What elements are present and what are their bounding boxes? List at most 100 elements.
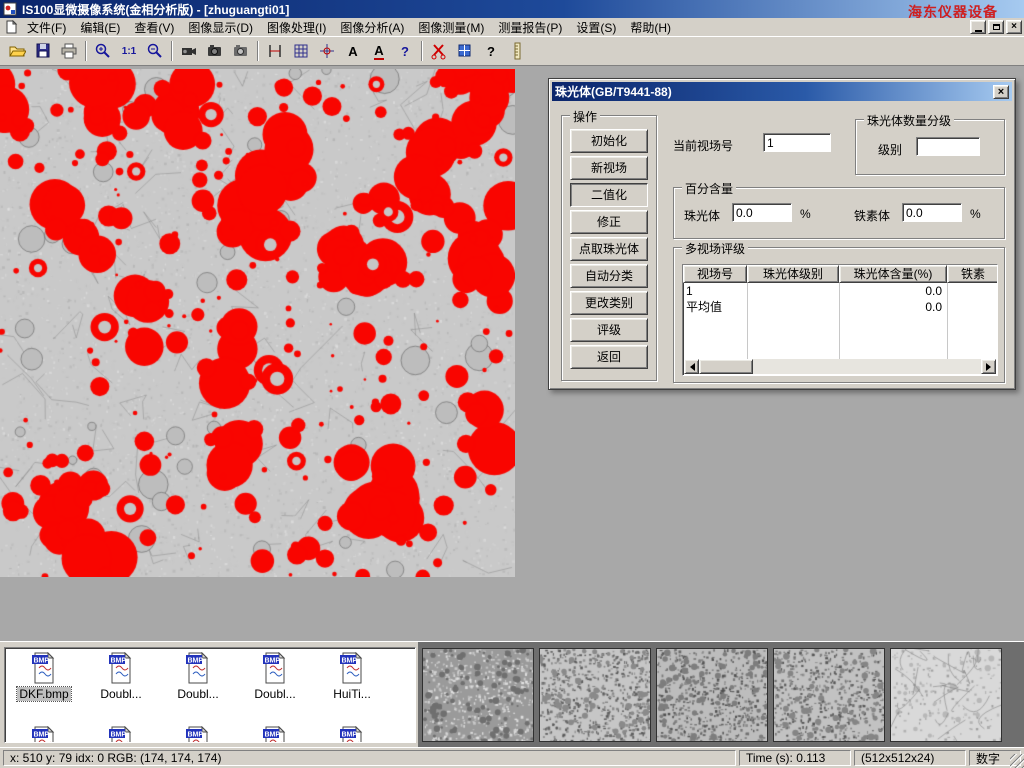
scroll-track[interactable]	[753, 359, 981, 374]
scroll-right-button[interactable]	[981, 359, 996, 374]
letter-a-label: A	[348, 44, 357, 59]
cut-tool-button[interactable]	[426, 39, 452, 63]
file-item[interactable]: BMPHuiTi...	[319, 652, 385, 701]
menu-item[interactable]: 设置(S)	[569, 17, 623, 38]
image-thumbnail[interactable]	[539, 648, 651, 742]
menu-item[interactable]: 图像显示(D)	[181, 17, 260, 38]
restore-icon	[993, 24, 1000, 30]
menu-item[interactable]: 查看(V)	[127, 17, 181, 38]
pearlite-unit: %	[800, 207, 811, 221]
file-item[interactable]: BMP	[319, 726, 385, 743]
blue-target-icon	[456, 42, 474, 60]
multi-group-label: 多视场评级	[682, 240, 748, 257]
close-button[interactable]: ×	[1006, 20, 1022, 34]
op-button[interactable]: 修正	[570, 210, 648, 234]
zoom-in-button[interactable]	[90, 39, 116, 63]
table-hscrollbar[interactable]	[684, 359, 996, 374]
dialog-title-bar[interactable]: 珠光体(GB/T9441-88) ×	[552, 82, 1012, 101]
file-item[interactable]: BMP	[165, 726, 231, 743]
table-row[interactable]: 10.0	[683, 283, 997, 299]
text-style-button[interactable]: A	[366, 39, 392, 63]
grid-measure-button[interactable]	[288, 39, 314, 63]
menu-item[interactable]: 图像处理(I)	[260, 17, 333, 38]
file-item[interactable]: BMPDoubl...	[165, 652, 231, 701]
op-button[interactable]: 点取珠光体	[570, 237, 648, 261]
menu-item[interactable]: 测量报告(P)	[491, 17, 569, 38]
micrograph-image[interactable]	[0, 69, 515, 577]
cross-measure-button[interactable]	[314, 39, 340, 63]
image-thumbnail[interactable]	[422, 648, 534, 742]
bmp-file-icon: BMP	[31, 726, 57, 743]
pearlite-label: 珠光体	[684, 207, 720, 224]
left-arrow-icon	[686, 363, 695, 371]
pearlite-dialog: 珠光体(GB/T9441-88) × 操作 初始化新视场二值化修正点取珠光体自动…	[548, 78, 1016, 390]
text-annotate-button[interactable]: A	[340, 39, 366, 63]
ferrite-percent-input[interactable]	[902, 203, 962, 222]
scroll-left-button[interactable]	[684, 359, 699, 374]
time-panel: Time (s): 0.113	[739, 750, 851, 766]
image-thumbnail[interactable]	[656, 648, 768, 742]
multi-field-table[interactable]: 视场号珠光体级别珠光体含量(%)铁素 10.0平均值0.0	[682, 264, 998, 376]
save-button[interactable]	[30, 39, 56, 63]
dialog-close-button[interactable]: ×	[993, 85, 1009, 99]
op-button[interactable]: 新视场	[570, 156, 648, 180]
image-thumbnail[interactable]	[773, 648, 885, 742]
op-button[interactable]: 返回	[570, 345, 648, 369]
op-button[interactable]: 更改类别	[570, 291, 648, 315]
video-capture-button[interactable]	[176, 39, 202, 63]
help-button[interactable]: ?	[392, 39, 418, 63]
help2-button[interactable]: ?	[478, 39, 504, 63]
menu-item[interactable]: 文件(F)	[20, 17, 73, 38]
scroll-thumb[interactable]	[699, 359, 753, 374]
minimize-button[interactable]	[970, 20, 986, 34]
menu-item[interactable]: 帮助(H)	[623, 17, 678, 38]
table-column-header[interactable]: 铁素	[947, 265, 998, 283]
file-item[interactable]: BMP	[242, 726, 308, 743]
file-item[interactable]: BMP	[11, 726, 77, 743]
table-row[interactable]: 平均值0.0	[683, 299, 997, 315]
table-cell: 1	[683, 283, 747, 299]
bmp-file-icon: BMP	[31, 652, 57, 684]
open-button[interactable]	[4, 39, 30, 63]
file-item[interactable]: BMP	[88, 726, 154, 743]
table-column-header[interactable]: 珠光体级别	[747, 265, 839, 283]
table-column-header[interactable]: 珠光体含量(%)	[839, 265, 947, 283]
print-button[interactable]	[56, 39, 82, 63]
bmp-badge-label: BMP	[342, 732, 358, 739]
bmp-file-icon: BMP	[185, 726, 211, 743]
pearlite-percent-input[interactable]	[732, 203, 792, 222]
file-name: Doubl...	[98, 687, 143, 701]
file-browser[interactable]: BMPDKF.bmpBMPDoubl...BMPDoubl...BMPDoubl…	[4, 647, 416, 743]
menu-item[interactable]: 图像分析(A)	[333, 17, 411, 38]
caliper-measure-button[interactable]	[262, 39, 288, 63]
current-field-input[interactable]	[763, 133, 831, 152]
zoom-in-icon	[94, 42, 112, 60]
file-item[interactable]: BMPDoubl...	[242, 652, 308, 701]
calibrate-tool-button[interactable]	[452, 39, 478, 63]
bmp-badge-label: BMP	[188, 658, 204, 665]
image-size-panel: (512x512x24)	[854, 750, 966, 766]
op-button[interactable]: 自动分类	[570, 264, 648, 288]
menu-item[interactable]: 编辑(E)	[73, 17, 127, 38]
actual-size-button[interactable]: 1:1	[116, 39, 142, 63]
bmp-badge-label: BMP	[188, 732, 204, 739]
photo-capture-button[interactable]	[202, 39, 228, 63]
title-bar[interactable]: IS100显微摄像系统(金相分析版) - [zhuguangti01]	[0, 0, 1024, 18]
camera-settings-button[interactable]	[228, 39, 254, 63]
op-button[interactable]: 初始化	[570, 129, 648, 153]
op-button[interactable]: 二值化	[570, 183, 648, 207]
file-item[interactable]: BMPDKF.bmp	[11, 652, 77, 701]
table-column-header[interactable]: 视场号	[683, 265, 747, 283]
child-window-icon[interactable]	[4, 20, 18, 34]
op-button[interactable]: 评级	[570, 318, 648, 342]
resize-grip[interactable]	[1010, 754, 1024, 768]
cross-arrows-icon	[318, 42, 336, 60]
restore-button[interactable]	[988, 20, 1004, 34]
zoom-out-button[interactable]	[142, 39, 168, 63]
table-cell	[747, 283, 839, 299]
file-item[interactable]: BMPDoubl...	[88, 652, 154, 701]
grade-input[interactable]	[916, 137, 980, 156]
ruler-tool-button[interactable]	[504, 39, 530, 63]
menu-item[interactable]: 图像测量(M)	[411, 17, 491, 38]
image-thumbnail[interactable]	[890, 648, 1002, 742]
